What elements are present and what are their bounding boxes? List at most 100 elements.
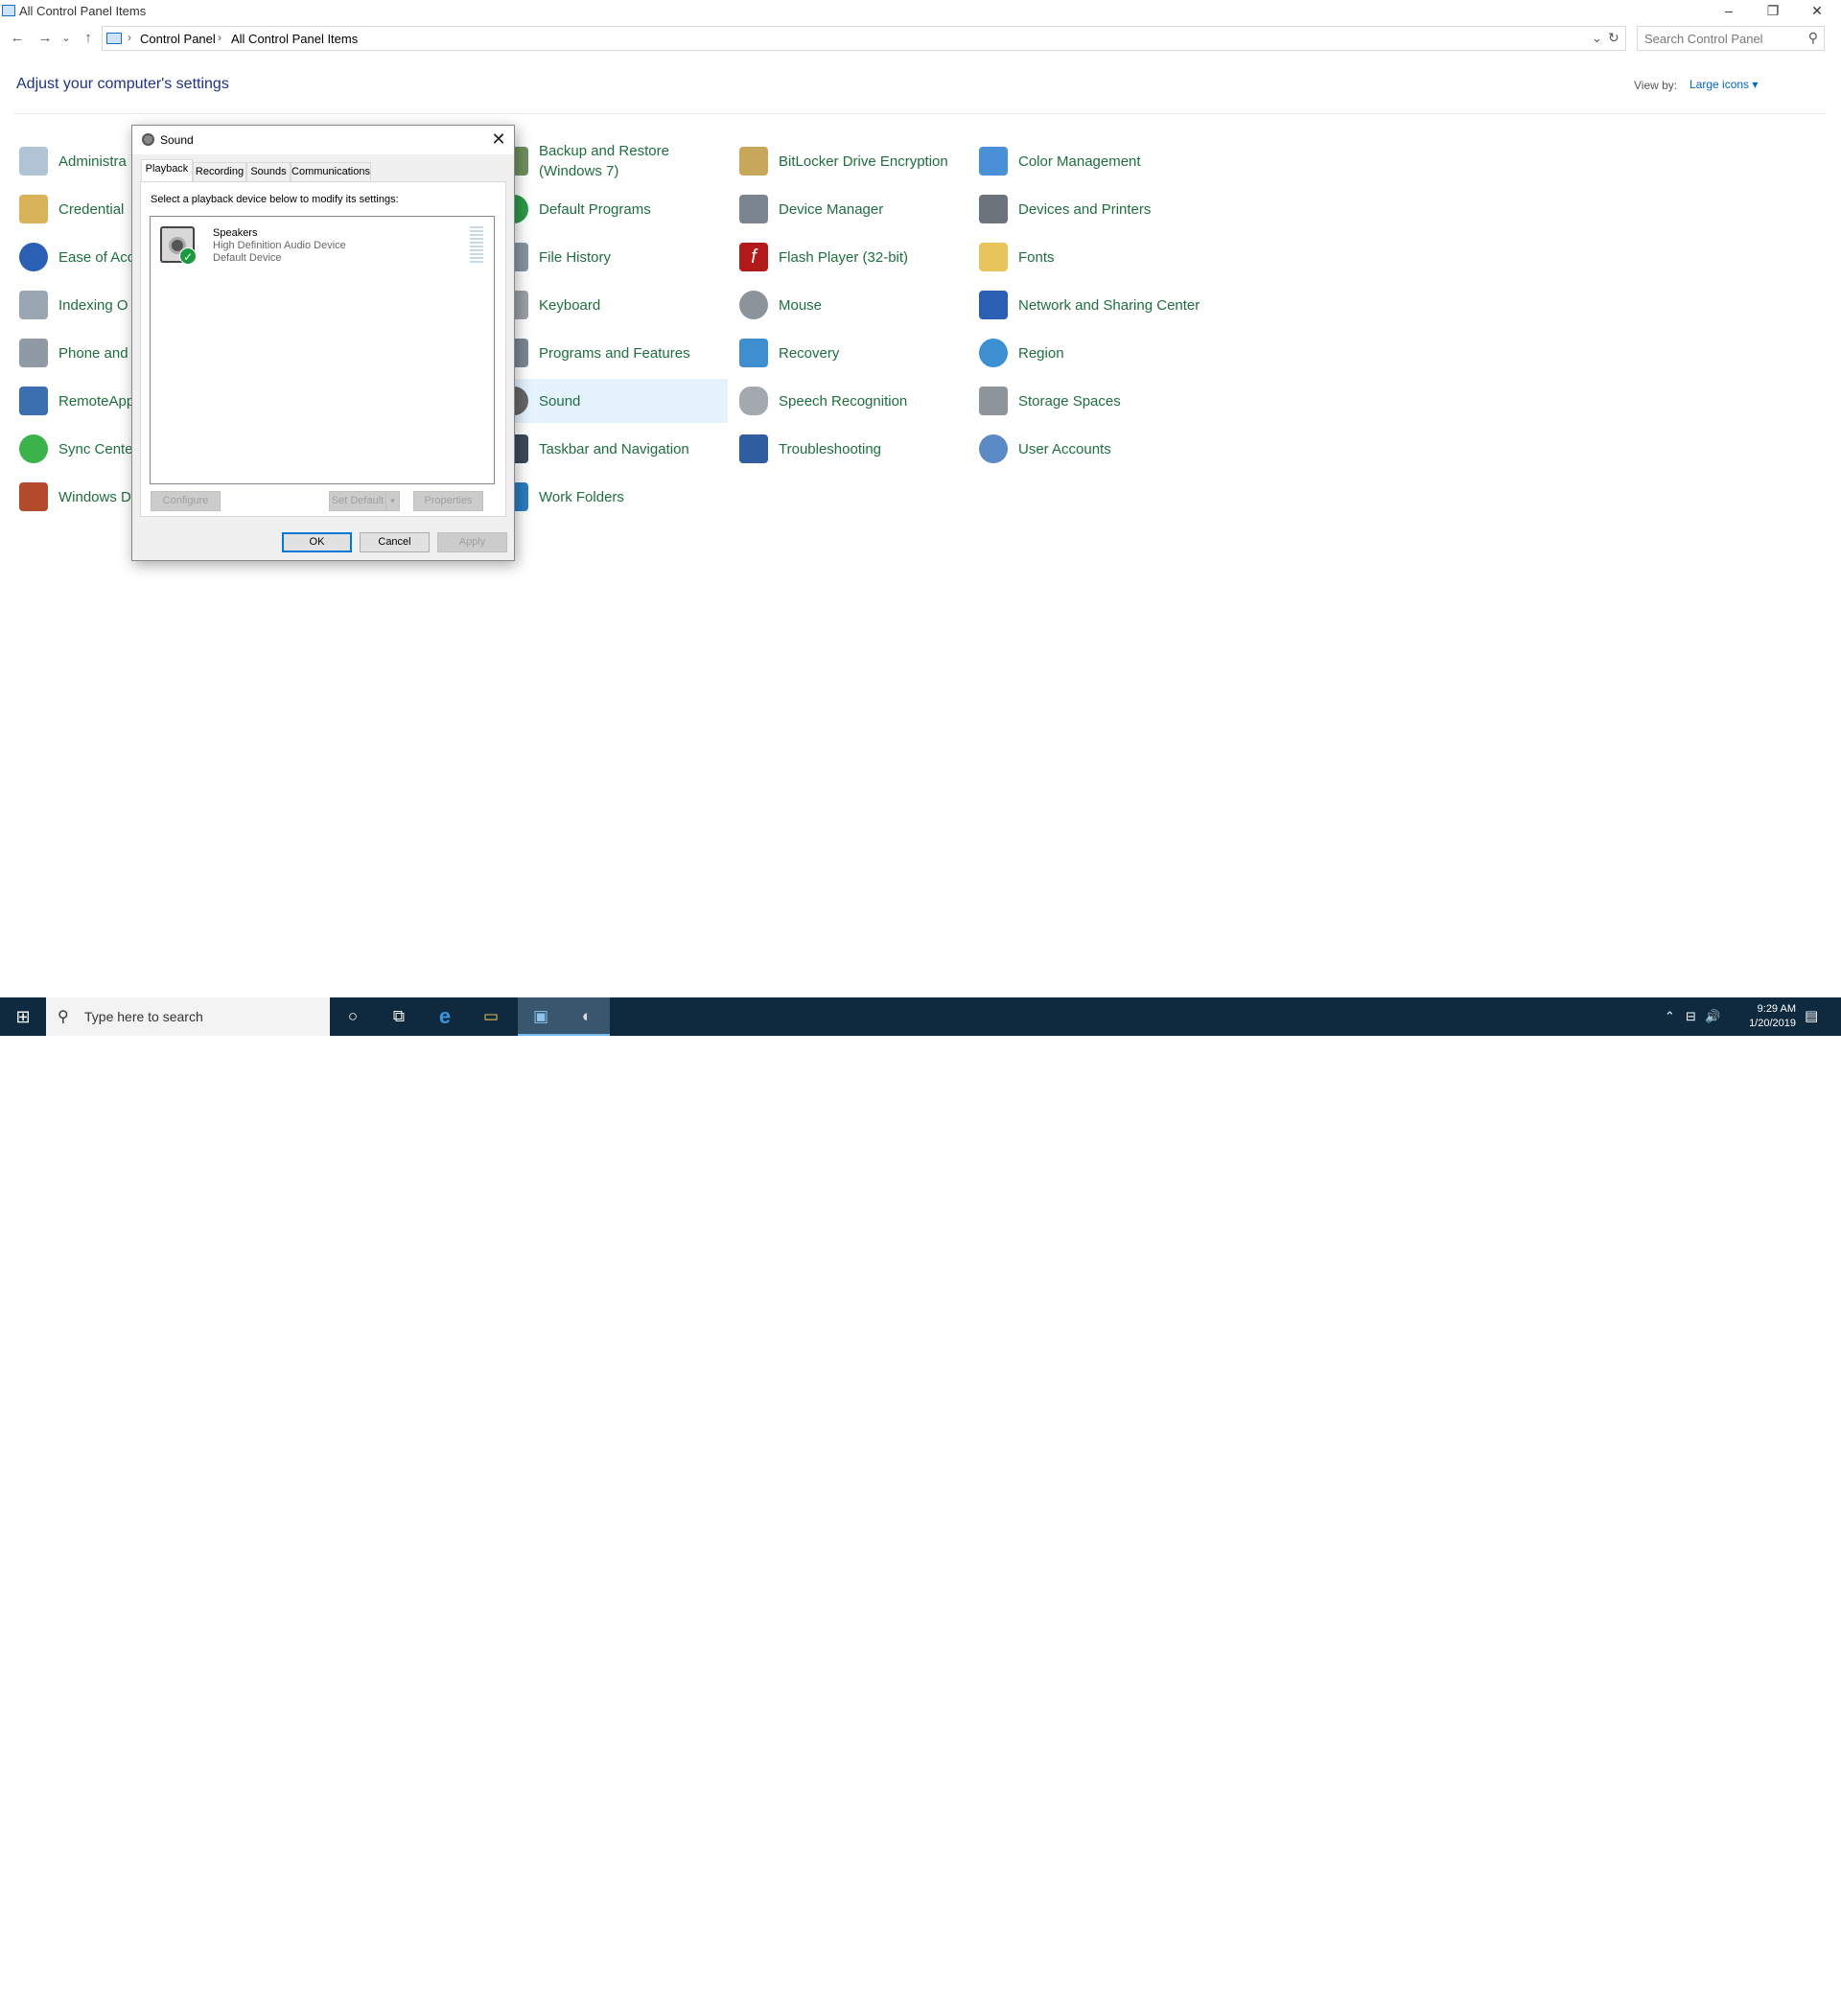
clock-time: 9:29 AM xyxy=(1757,1003,1796,1015)
watermark-text: TheCollectionBook xyxy=(1659,1997,1796,2015)
credential-manager-icon xyxy=(19,195,48,223)
ok-button[interactable]: OK xyxy=(282,532,352,552)
set-default-button[interactable]: Set Default xyxy=(329,491,386,511)
volume-meter xyxy=(470,226,483,265)
back-button[interactable]: ← xyxy=(8,29,27,48)
cp-item-taskbar-and-navigation[interactable]: Taskbar and Navigation xyxy=(496,427,721,471)
cp-item-flash-player[interactable]: f Flash Player (32-bit) xyxy=(735,235,961,279)
cp-item-fonts[interactable]: Fonts xyxy=(975,235,1200,279)
cp-item-mouse[interactable]: Mouse xyxy=(735,283,961,327)
notifications-icon[interactable]: ▤ xyxy=(1805,997,1818,1036)
device-name: Speakers xyxy=(213,227,258,239)
cp-item-troubleshooting[interactable]: Troubleshooting xyxy=(735,427,961,471)
cp-item-storage-spaces[interactable]: Storage Spaces xyxy=(975,379,1200,423)
task-view-icon[interactable]: ⧉ xyxy=(376,997,422,1036)
troubleshooting-icon xyxy=(739,434,768,463)
globe-icon xyxy=(979,339,1008,367)
close-button[interactable]: ✕ xyxy=(1795,0,1839,21)
address-bar[interactable]: › Control Panel › All Control Panel Item… xyxy=(102,26,1626,51)
minimize-button[interactable]: – xyxy=(1707,0,1751,21)
address-dropdown-icon[interactable]: ⌄ xyxy=(1592,31,1602,46)
list-item[interactable]: ✓ Speakers High Definition Audio Device … xyxy=(152,219,492,272)
administrative-tools-icon xyxy=(19,147,48,176)
cp-item-recovery[interactable]: Recovery xyxy=(735,331,961,375)
tab-recording[interactable]: Recording xyxy=(193,162,246,181)
divider xyxy=(13,113,1826,114)
fonts-icon xyxy=(979,243,1008,271)
clock-date: 1/20/2019 xyxy=(1749,1018,1796,1029)
printer-icon xyxy=(979,195,1008,223)
cp-item-sound[interactable]: Sound xyxy=(496,379,728,423)
cp-item-network-and-sharing[interactable]: Network and Sharing Center xyxy=(975,283,1200,327)
network-icon[interactable]: ⊟ xyxy=(1686,997,1696,1036)
up-button[interactable]: ↑ xyxy=(79,29,98,48)
cp-item-programs-and-features[interactable]: Programs and Features xyxy=(496,331,721,375)
sound-taskbar-icon[interactable]: ◐ xyxy=(564,997,610,1036)
search-icon: ⚲ xyxy=(58,1009,69,1025)
device-status: Default Device xyxy=(213,252,282,264)
instruction-text: Select a playback device below to modify… xyxy=(151,194,399,205)
cp-item-work-folders[interactable]: Work Folders xyxy=(496,475,721,519)
phone-icon xyxy=(19,339,48,367)
search-input[interactable]: Search Control Panel ⚲ xyxy=(1637,26,1825,51)
cp-item-backup-and-restore[interactable]: Backup and Restore (Windows 7) xyxy=(496,139,721,183)
remoteapp-icon xyxy=(19,387,48,415)
refresh-icon[interactable]: ↻ xyxy=(1608,30,1620,46)
cp-item-file-history[interactable]: File History xyxy=(496,235,721,279)
cp-item-bitlocker[interactable]: BitLocker Drive Encryption xyxy=(735,139,961,183)
flash-icon: f xyxy=(739,243,768,271)
file-explorer-icon[interactable]: ▭ xyxy=(468,997,514,1036)
taskbar: ⊞ ⚲ Type here to search ○ ⧉ e ▭ ▣ ◐ TheC… xyxy=(0,997,1841,2015)
set-default-dropdown[interactable]: ▾ xyxy=(385,491,400,511)
cp-item-keyboard[interactable]: Keyboard xyxy=(496,283,721,327)
cortana-icon[interactable]: ○ xyxy=(330,997,376,1036)
edge-icon[interactable]: e xyxy=(422,997,468,1036)
cancel-button[interactable]: Cancel xyxy=(360,532,430,552)
control-panel-icon xyxy=(2,5,15,16)
start-button[interactable]: ⊞ xyxy=(0,997,46,1036)
mouse-icon xyxy=(739,291,768,319)
storage-icon xyxy=(979,387,1008,415)
default-check-icon: ✓ xyxy=(179,247,197,265)
cp-item-speech-recognition[interactable]: Speech Recognition xyxy=(735,379,961,423)
properties-button[interactable]: Properties xyxy=(413,491,483,511)
device-list[interactable]: ✓ Speakers High Definition Audio Device … xyxy=(150,216,495,484)
firewall-icon xyxy=(19,482,48,511)
bitlocker-key-icon xyxy=(739,147,768,176)
cp-item-region[interactable]: Region xyxy=(975,331,1200,375)
clock[interactable]: 9:29 AM 1/20/2019 xyxy=(1719,1002,1796,1031)
view-by-dropdown[interactable]: Large icons ▾ xyxy=(1690,78,1758,91)
tab-communications[interactable]: Communications xyxy=(291,162,371,181)
tab-playback[interactable]: Playback xyxy=(141,159,193,182)
recent-locations-button[interactable]: ⌄ xyxy=(59,29,73,48)
navigation-bar: ← → ⌄ ↑ › Control Panel › All Control Pa… xyxy=(0,26,1841,51)
dialog-close-button[interactable]: ✕ xyxy=(487,129,510,152)
control-panel-icon xyxy=(106,33,122,44)
volume-icon[interactable]: 🔊 xyxy=(1705,997,1720,1036)
show-hidden-icons[interactable]: ⌃ xyxy=(1665,997,1675,1036)
breadcrumb-all-items[interactable]: All Control Panel Items xyxy=(231,32,358,46)
taskbar-search-placeholder: Type here to search xyxy=(84,1009,203,1024)
dialog-title-bar: Sound ✕ xyxy=(132,126,514,154)
breadcrumb-separator: › xyxy=(128,31,131,44)
cp-item-color-management[interactable]: Color Management xyxy=(975,139,1200,183)
cp-item-devices-and-printers[interactable]: Devices and Printers xyxy=(975,187,1200,231)
speaker-icon xyxy=(142,133,154,146)
cp-item-user-accounts[interactable]: User Accounts xyxy=(975,427,1200,471)
forward-button[interactable]: → xyxy=(35,29,55,48)
cp-item-default-programs[interactable]: Default Programs xyxy=(496,187,721,231)
restore-button[interactable]: ❐ xyxy=(1751,0,1795,21)
indexing-options-icon xyxy=(19,291,48,319)
tab-panel: Select a playback device below to modify… xyxy=(140,181,506,517)
apply-button[interactable]: Apply xyxy=(437,532,507,552)
microphone-icon xyxy=(739,387,768,415)
ease-of-access-icon xyxy=(19,243,48,271)
control-panel-taskbar-icon[interactable]: ▣ xyxy=(518,997,564,1036)
cp-item-device-manager[interactable]: Device Manager xyxy=(735,187,961,231)
device-description: High Definition Audio Device xyxy=(213,240,346,251)
tab-sounds[interactable]: Sounds xyxy=(246,162,291,181)
taskbar-search-box[interactable]: ⚲ Type here to search xyxy=(46,997,330,1036)
color-management-icon xyxy=(979,147,1008,176)
breadcrumb-control-panel[interactable]: Control Panel xyxy=(140,32,216,46)
configure-button[interactable]: Configure xyxy=(151,491,221,511)
